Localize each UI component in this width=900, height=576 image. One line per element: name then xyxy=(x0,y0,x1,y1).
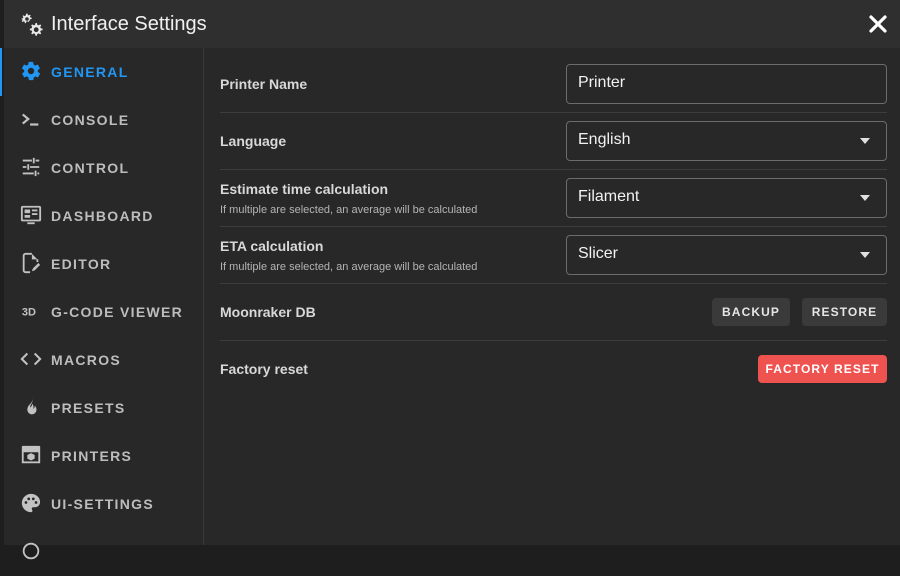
factory-reset-label: Factory reset xyxy=(220,361,308,377)
factory-reset-row: Factory reset FACTORY RESET xyxy=(220,341,887,397)
sidebar-item-printers[interactable]: PRINTERS xyxy=(4,432,203,480)
factory-reset-button[interactable]: FACTORY RESET xyxy=(758,355,887,383)
printer-name-value: Printer xyxy=(578,74,626,91)
sidebar-item-label: GENERAL xyxy=(51,64,129,80)
svg-text:3D: 3D xyxy=(22,307,36,319)
interface-settings-dialog: Interface Settings GENERAL CONSOLE CONTR… xyxy=(0,0,900,560)
tune-icon xyxy=(22,157,40,177)
estimate-time-row: Estimate time calculation If multiple ar… xyxy=(220,170,887,227)
sidebar-item-editor[interactable]: EDITOR xyxy=(4,240,203,288)
code-brackets-icon xyxy=(20,352,42,366)
sidebar-item-label: EDITOR xyxy=(51,256,112,272)
chevron-down-icon xyxy=(860,195,870,201)
moonraker-db-label: Moonraker DB xyxy=(220,304,316,320)
sidebar-item-ui-settings[interactable]: UI-SETTINGS xyxy=(4,480,203,528)
sidebar-item-label: MACROS xyxy=(51,352,122,368)
eta-hint: If multiple are selected, an average wil… xyxy=(220,261,478,273)
restore-button[interactable]: RESTORE xyxy=(802,298,887,326)
chevron-down-icon xyxy=(860,252,870,258)
language-label: Language xyxy=(220,133,287,149)
sidebar-item-gcode-viewer[interactable]: 3D G-CODE VIEWER xyxy=(4,288,203,336)
3d-icon: 3D xyxy=(22,307,36,319)
palette-icon xyxy=(21,493,41,513)
editor-icon xyxy=(22,252,41,274)
estimate-time-hint: If multiple are selected, an average wil… xyxy=(220,204,478,216)
eta-row: ETA calculation If multiple are selected… xyxy=(220,227,887,284)
estimate-time-select[interactable]: Filament xyxy=(566,178,887,218)
sidebar-item-general[interactable]: GENERAL xyxy=(0,48,203,96)
sidebar-item-more[interactable] xyxy=(4,528,203,576)
partial-icon xyxy=(22,542,40,560)
printer-name-input[interactable]: Printer xyxy=(566,64,887,104)
settings-sidebar: GENERAL CONSOLE CONTROL DASHBOARD EDITOR… xyxy=(0,48,204,560)
language-select[interactable]: English xyxy=(566,121,887,161)
eta-label: ETA calculation xyxy=(220,238,324,254)
chevron-down-icon xyxy=(860,138,870,144)
language-value: English xyxy=(578,131,631,148)
console-icon xyxy=(22,113,39,126)
eta-value: Slicer xyxy=(578,245,619,262)
sidebar-item-control[interactable]: CONTROL xyxy=(4,144,203,192)
dialog-title: Interface Settings xyxy=(51,13,207,35)
gear-icon xyxy=(21,61,41,81)
sidebar-item-label: PRESETS xyxy=(51,400,126,416)
sidebar-item-dashboard[interactable]: DASHBOARD xyxy=(4,192,203,240)
dashboard-icon xyxy=(20,205,42,225)
sidebar-item-label: CONSOLE xyxy=(51,112,130,128)
sidebar-item-console[interactable]: CONSOLE xyxy=(4,96,203,144)
settings-content: Printer Name Printer Language English Es… xyxy=(204,48,900,545)
printer-icon xyxy=(21,445,41,464)
close-icon[interactable] xyxy=(866,12,890,36)
moonraker-db-row: Moonraker DB BACKUP RESTORE xyxy=(220,284,887,341)
printer-name-label: Printer Name xyxy=(220,76,308,92)
sidebar-item-label: PRINTERS xyxy=(51,448,133,464)
backup-button[interactable]: BACKUP xyxy=(712,298,790,326)
cogs-icon xyxy=(21,13,43,36)
printer-name-row: Printer Name Printer xyxy=(220,56,887,113)
sidebar-item-label: CONTROL xyxy=(51,160,130,176)
estimate-time-value: Filament xyxy=(578,188,640,205)
sidebar-item-macros[interactable]: MACROS xyxy=(4,336,203,384)
fire-icon xyxy=(27,396,37,415)
sidebar-item-presets[interactable]: PRESETS xyxy=(4,384,203,432)
sidebar-item-label: DASHBOARD xyxy=(51,208,154,224)
eta-select[interactable]: Slicer xyxy=(566,235,887,275)
estimate-time-label: Estimate time calculation xyxy=(220,181,389,197)
dialog-titlebar: Interface Settings xyxy=(4,0,900,48)
language-row: Language English xyxy=(220,113,887,170)
sidebar-item-label: G-CODE VIEWER xyxy=(51,304,184,320)
sidebar-item-label: UI-SETTINGS xyxy=(51,496,154,512)
